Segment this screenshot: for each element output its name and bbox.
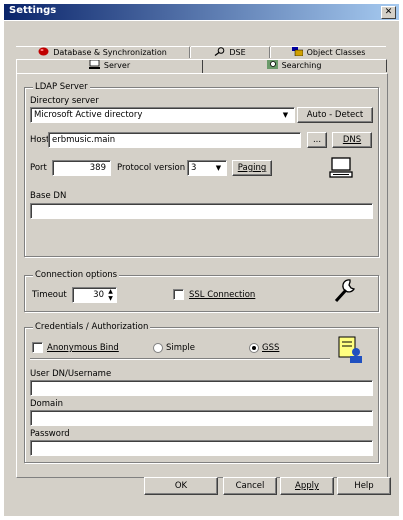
- user-dn-input[interactable]: [30, 380, 373, 396]
- ssl-connection-checkbox[interactable]: [173, 289, 184, 300]
- chevron-down-icon[interactable]: ▼: [280, 109, 291, 121]
- gss-label: GSS: [262, 343, 280, 353]
- timeout-label: Timeout: [32, 290, 67, 300]
- object-classes-icon: [291, 47, 303, 57]
- tab-server[interactable]: Server: [16, 59, 203, 73]
- ldap-server-group: LDAP Server Directory server Microsoft A…: [24, 82, 379, 257]
- credentials-divider: [30, 358, 330, 360]
- port-label: Port: [30, 163, 47, 173]
- credentials-user-icon: [338, 336, 364, 367]
- paging-button[interactable]: Paging: [232, 160, 272, 176]
- tab-dse[interactable]: DSE: [191, 46, 269, 59]
- chevron-down-icon[interactable]: ▼: [213, 162, 224, 174]
- credentials-group: Credentials / Authorization Anonymous Bi…: [24, 322, 379, 463]
- base-dn-label: Base DN: [30, 191, 67, 201]
- tab-row-1: Database & Synchronization DSE Object Cl…: [16, 46, 386, 59]
- connection-options-group: Connection options Timeout 30 ▲ ▼ SSL Co…: [24, 270, 379, 312]
- dns-button[interactable]: DNS: [332, 132, 372, 148]
- spin-down-icon[interactable]: ▼: [106, 295, 115, 302]
- settings-window: Settings ✕ Database & Synchronization DS…: [0, 0, 403, 520]
- computer-icon: [329, 157, 353, 182]
- tab-object-classes[interactable]: Object Classes: [271, 46, 386, 59]
- connection-options-legend: Connection options: [33, 270, 120, 280]
- credentials-legend: Credentials / Authorization: [33, 322, 151, 332]
- timeout-spinner[interactable]: ▲ ▼: [106, 288, 115, 302]
- tab-row-2: Server Searching: [16, 59, 387, 73]
- anonymous-bind-checkbox[interactable]: [32, 342, 43, 353]
- spin-up-icon[interactable]: ▲: [106, 288, 115, 295]
- base-dn-input[interactable]: [30, 203, 373, 219]
- protocol-version-label: Protocol version: [117, 163, 186, 173]
- wrench-icon: [333, 278, 357, 307]
- ldap-server-legend: LDAP Server: [33, 82, 90, 92]
- directory-server-label: Directory server: [30, 96, 99, 106]
- help-button[interactable]: Help: [337, 477, 391, 495]
- anonymous-bind-label: Anonymous Bind: [47, 343, 119, 353]
- host-label: Host: [30, 135, 50, 145]
- dialog-client: Database & Synchronization DSE Object Cl…: [4, 21, 399, 516]
- domain-label: Domain: [30, 399, 63, 409]
- port-input[interactable]: 389: [52, 160, 111, 176]
- close-button[interactable]: ✕: [381, 6, 396, 19]
- password-label: Password: [30, 429, 70, 439]
- database-icon: [38, 47, 49, 56]
- server-icon: [88, 59, 100, 69]
- search-key-icon: [214, 47, 225, 56]
- domain-input[interactable]: [30, 410, 373, 426]
- gss-radio[interactable]: [249, 343, 259, 353]
- cancel-button[interactable]: Cancel: [223, 477, 277, 495]
- simple-radio[interactable]: [153, 343, 163, 353]
- auto-detect-button[interactable]: Auto - Detect: [297, 107, 373, 123]
- host-input[interactable]: erbmusic.main: [48, 132, 301, 148]
- ssl-connection-label: SSL Connection: [189, 290, 256, 300]
- user-dn-label: User DN/Username: [30, 369, 112, 379]
- directory-server-select[interactable]: Microsoft Active directory: [30, 107, 295, 123]
- browse-button[interactable]: ...: [307, 132, 327, 148]
- searching-icon: [266, 60, 278, 69]
- simple-label: Simple: [166, 343, 196, 353]
- window-title: Settings: [9, 5, 57, 16]
- apply-button[interactable]: Apply: [280, 477, 334, 495]
- title-bar: Settings ✕: [4, 4, 399, 20]
- tab-searching[interactable]: Searching: [202, 59, 387, 72]
- tab-database-synchronization[interactable]: Database & Synchronization: [16, 46, 189, 59]
- ok-button[interactable]: OK: [144, 477, 218, 495]
- server-tab-panel: LDAP Server Directory server Microsoft A…: [16, 73, 388, 478]
- password-input[interactable]: [30, 440, 373, 456]
